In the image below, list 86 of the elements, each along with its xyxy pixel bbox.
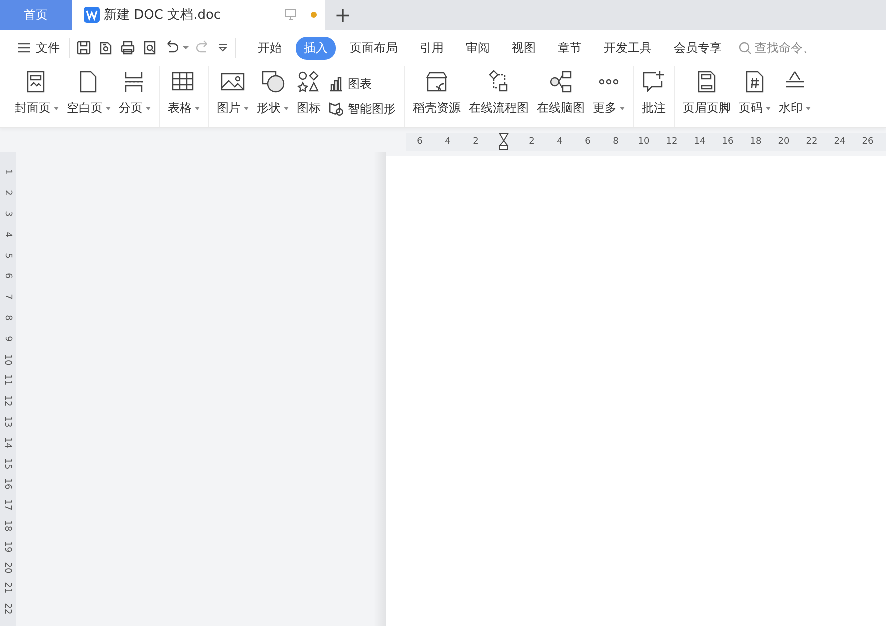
ruler-number: 4 [556,137,564,147]
ribbon-tab[interactable]: 视图 [504,36,544,60]
search-icon [739,42,752,54]
caret-icon[interactable] [183,45,189,51]
ruler-number: 6 [416,137,424,147]
more-icon [599,79,619,85]
export-icon[interactable] [98,40,114,56]
bar-chart-icon [329,76,344,92]
icon-library-icon [297,70,321,94]
ribbon-tab[interactable]: 页面布局 [342,36,406,60]
ribbon-button[interactable]: 页眉页脚 [679,66,735,127]
storefront-icon [425,70,449,94]
ruler-number: 8 [612,137,620,147]
ruler-number: 21 [3,582,13,594]
ruler-number: 16 [3,478,13,490]
ruler-number: 11 [3,374,13,386]
ruler-number: 2 [3,190,13,196]
ruler-number: 3 [3,211,13,217]
save-icon[interactable] [76,40,92,56]
smart-graphic-icon [329,102,344,116]
ruler-number: 24 [833,137,847,147]
ribbon-button[interactable]: 图表 [329,76,396,92]
indent-marker-icon[interactable] [497,133,511,151]
file-menu-button[interactable]: 文件 [14,38,63,58]
command-search-field[interactable]: 查找命令、 [739,41,825,55]
ribbon-button[interactable]: 智能图形 [329,100,396,118]
comment-add-icon [642,70,666,94]
ruler-number: 17 [3,499,13,511]
ruler-number: 18 [749,137,763,147]
ribbon-button[interactable]: 分页 [115,66,155,127]
ribbon-button[interactable]: 在线流程图 [465,66,533,127]
ruler-number: 22 [3,603,13,615]
ruler-number: 14 [693,137,707,147]
ribbon-tab[interactable]: 审阅 [458,36,498,60]
ribbon-tab[interactable]: 引用 [412,36,452,60]
ribbon-tab[interactable]: 会员专享 [666,36,730,60]
ruler-number: 4 [444,137,452,147]
ribbon-button[interactable]: 形状 [253,66,293,127]
new-tab-button[interactable]: + [325,0,361,30]
ruler-number: 10 [637,137,651,147]
ruler-number: 14 [3,437,13,448]
ruler-number: 6 [3,274,13,280]
ruler-number: 9 [3,336,13,342]
ruler-number: 13 [3,416,13,428]
shapes-icon [261,70,285,94]
ribbon-button[interactable]: 表格 [164,66,204,127]
ribbon-tab[interactable]: 章节 [550,36,590,60]
ribbon-button[interactable]: 在线脑图 [533,66,589,127]
document-tab-title: 新建 DOC 文档.doc [104,7,222,24]
ribbon-button[interactable]: 水印 [775,66,815,127]
menu-icon [17,42,31,54]
document-tab[interactable]: 新建 DOC 文档.doc [72,0,325,30]
ruler-number: 20 [777,137,791,147]
ruler-number: 6 [584,137,592,147]
ribbon-button[interactable]: 稻壳资源 [409,66,465,127]
ruler-number: 26 [861,137,875,147]
ribbon-button[interactable]: 图标 [293,66,325,127]
ruler-number: 7 [3,294,13,300]
ruler-number: 18 [3,520,13,532]
ruler-number: 4 [3,232,13,238]
mind-map-icon [549,70,573,94]
print-icon[interactable] [120,40,136,56]
print-preview-icon[interactable] [142,40,158,56]
ruler-number: 16 [721,137,735,147]
ribbon-tab[interactable]: 开发工具 [596,36,660,60]
customize-toolbar-icon[interactable] [217,42,229,54]
ribbon-button[interactable]: 批注 [638,66,670,127]
ruler-number: 12 [3,395,13,407]
ribbon-button[interactable]: 页码 [735,66,775,127]
ribbon-button[interactable]: 空白页 [63,66,115,127]
ribbon-tab[interactable]: 开始 [250,36,290,60]
ruler-number: 20 [3,562,13,574]
ruler-number: 15 [3,458,13,470]
ribbon-button[interactable]: 更多 [589,66,629,127]
ribbon-button[interactable]: 图片 [213,66,253,127]
ruler-number: 2 [472,137,480,147]
ruler-number: 2 [528,137,536,147]
ruler-number: 5 [3,252,13,258]
ruler-number: 8 [3,315,13,321]
document-app-icon [84,7,100,23]
ruler-number: 1 [3,170,13,176]
ruler-number: 22 [805,137,819,147]
ribbon-button[interactable]: 封面页 [11,66,63,127]
ruler-number: 12 [665,137,679,147]
ruler-number: 10 [3,354,13,366]
ruler-number: 19 [3,541,13,552]
